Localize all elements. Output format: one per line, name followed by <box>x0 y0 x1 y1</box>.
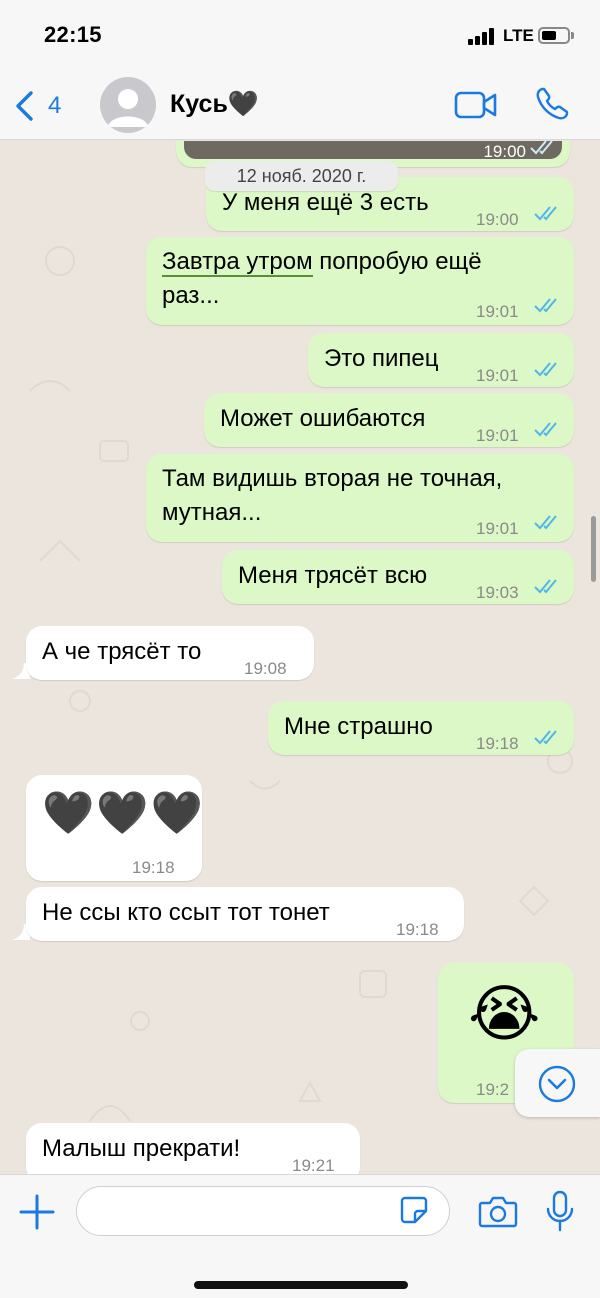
avatar[interactable] <box>100 77 156 133</box>
chevron-down-circle-icon <box>538 1065 576 1103</box>
message-time: 19:01 <box>476 302 519 321</box>
message-time: 19:00 <box>483 142 526 161</box>
default-avatar-icon <box>108 89 148 127</box>
message-bubble-incoming[interactable]: А че трясёт то 19:08 <box>26 626 314 680</box>
read-ticks-icon <box>534 515 557 530</box>
message-text: Малыш прекрати! <box>42 1135 241 1162</box>
read-ticks-icon <box>530 141 553 155</box>
message-bubble-outgoing[interactable]: Завтра утром попробую ещё раз... 19:01 <box>146 237 574 325</box>
battery-icon <box>538 27 570 44</box>
read-ticks-icon <box>534 579 557 594</box>
contact-name[interactable]: Кусь🖤 <box>170 90 259 119</box>
video-camera-icon[interactable] <box>454 90 498 120</box>
sticker-icon[interactable] <box>399 1195 429 1225</box>
read-ticks-icon <box>534 206 557 221</box>
back-unread-count[interactable]: 4 <box>48 92 61 120</box>
message-text-line-1: Там видишь вторая не точная, <box>162 465 503 492</box>
status-time: 22:15 <box>44 22 102 47</box>
message-bubble-outgoing[interactable]: Мне страшно 19:18 <box>268 701 574 755</box>
emoji-message: 😭 <box>468 980 541 1049</box>
read-ticks-icon <box>534 298 557 313</box>
status-bar: 22:15 LTE <box>0 0 600 72</box>
read-ticks-icon <box>534 730 557 745</box>
message-text: Не ссы кто ссыт тот тонет <box>42 899 330 926</box>
chat-header: 4 Кусь🖤 <box>0 72 600 140</box>
message-time: 19:01 <box>476 366 519 385</box>
read-ticks-icon <box>534 362 557 377</box>
message-bubble-outgoing[interactable]: Может ошибаются 19:01 <box>204 393 574 447</box>
message-time: 19:2 <box>476 1080 510 1099</box>
message-text-line-2: раз... <box>162 282 220 309</box>
home-indicator <box>194 1281 408 1289</box>
message-text-rest: попробую ещё <box>312 248 482 275</box>
message-time: 19:01 <box>476 519 519 538</box>
emoji-message: 🖤🖤🖤 <box>42 789 205 836</box>
read-ticks-icon <box>534 422 557 437</box>
message-text: Мне страшно <box>284 713 433 740</box>
microphone-icon[interactable] <box>545 1190 575 1232</box>
message-time: 19:03 <box>476 583 519 602</box>
message-bubble-incoming[interactable]: Не ссы кто ссыт тот тонет 19:18 <box>26 887 464 941</box>
message-link-text[interactable]: Завтра утром <box>162 248 313 277</box>
message-bubble-outgoing[interactable]: Меня трясёт всю 19:03 <box>222 550 574 604</box>
message-text: Это пипец <box>324 345 439 372</box>
message-text-line-1: Завтра утром попробую ещё <box>162 245 482 278</box>
message-time: 19:21 <box>292 1156 335 1174</box>
network-type: LTE <box>503 26 534 45</box>
signal-strength-icon <box>468 27 498 45</box>
message-bubble-outgoing[interactable]: Это пипец 19:01 <box>308 333 574 387</box>
message-time: 19:01 <box>476 426 519 445</box>
message-bubble-outgoing[interactable]: Там видишь вторая не точная, мутная... 1… <box>146 454 574 542</box>
message-time: 19:18 <box>396 920 439 939</box>
phone-icon[interactable] <box>534 86 570 122</box>
chevron-left-icon[interactable] <box>14 90 36 122</box>
input-bar <box>0 1174 600 1298</box>
date-separator: 12 нояб. 2020 г. <box>205 161 398 191</box>
message-bubble-incoming-emoji[interactable]: 🖤🖤🖤 19:18 <box>26 775 205 881</box>
message-time: 19:18 <box>132 858 175 877</box>
scroll-to-bottom-button[interactable] <box>515 1049 600 1117</box>
message-text-line-2: мутная... <box>162 499 262 526</box>
plus-icon[interactable] <box>18 1193 56 1231</box>
message-time: 19:18 <box>476 734 519 753</box>
message-time: 19:00 <box>476 210 519 229</box>
message-text: А че трясёт то <box>42 638 202 665</box>
chat-area[interactable]: 19:00 У меня ещё 3 есть 19:00 12 нояб. 2… <box>0 141 600 1174</box>
message-text: Меня трясёт всю <box>238 562 428 589</box>
message-bubble-incoming[interactable]: Малыш прекрати! 19:21 <box>26 1123 360 1174</box>
message-time: 19:08 <box>244 659 287 678</box>
scrollbar[interactable] <box>591 516 596 582</box>
camera-icon[interactable] <box>478 1193 518 1229</box>
message-text: Может ошибаются <box>220 405 426 432</box>
message-input[interactable] <box>76 1186 450 1236</box>
battery-tip <box>571 32 574 39</box>
